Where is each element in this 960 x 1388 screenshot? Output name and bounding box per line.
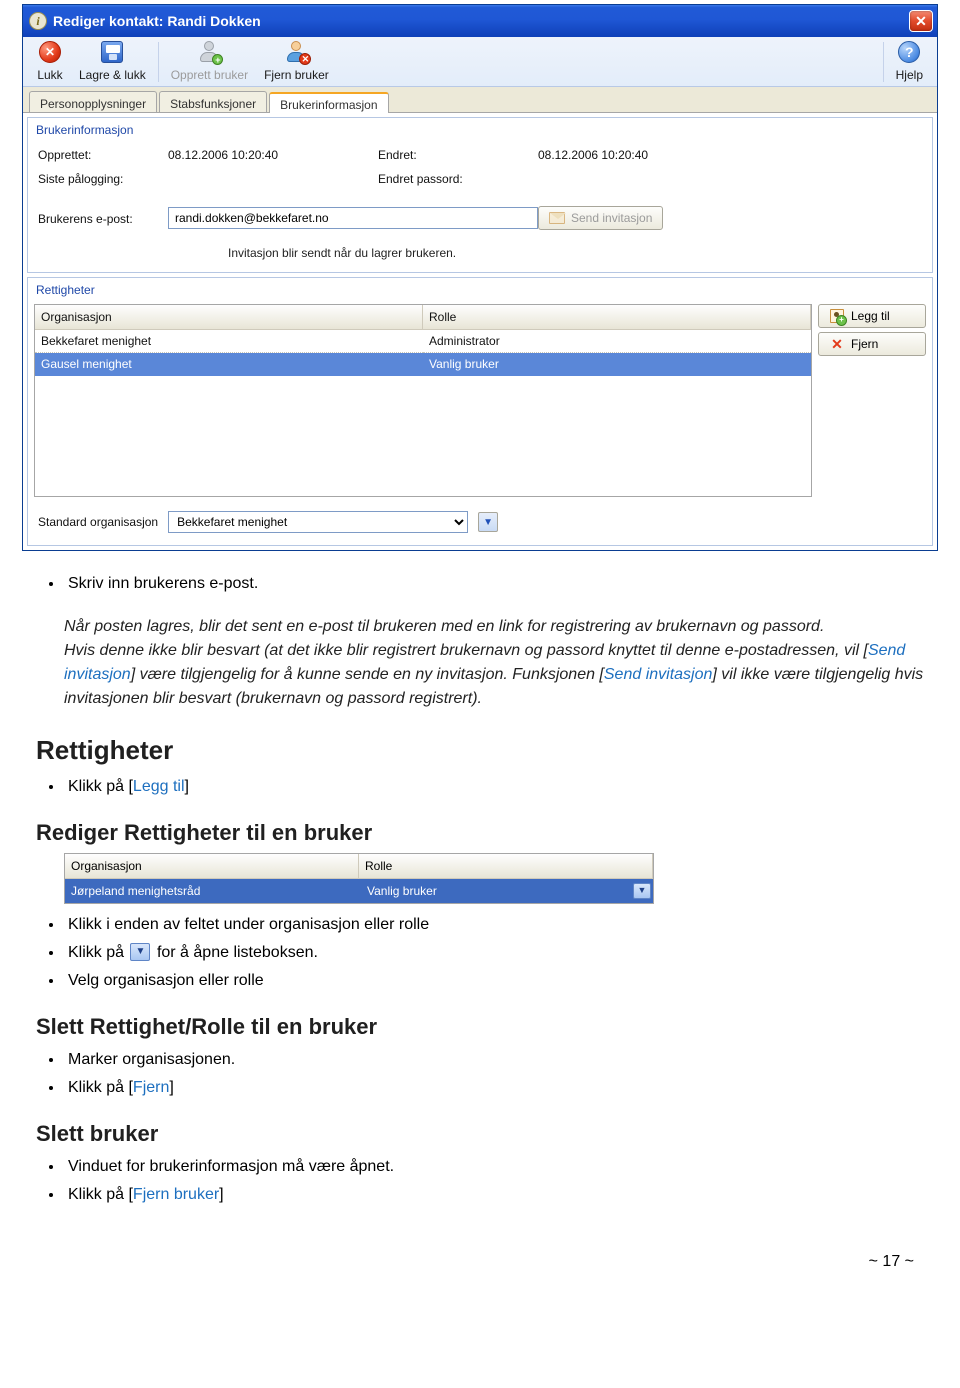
heading-rettigheter: Rettigheter [36,731,942,770]
doc-bullet: Klikk på [Legg til] [64,774,942,802]
rights-role-cell: Administrator [423,330,811,353]
email-label: Brukerens e-post: [38,196,168,228]
changedpw-label: Endret passord: [378,170,538,188]
link-send-invitation: Send invitasjon [604,666,713,683]
toolbar-close-label: Lukk [37,66,62,84]
dropdown-arrow-icon[interactable]: ▼ [478,512,498,532]
toolbar-help-button[interactable]: ? Hjelp [888,37,931,86]
toolbar-create-user-label: Opprett bruker [171,66,248,84]
link-legg-til: Legg til [133,778,185,795]
link-fjern-bruker: Fjern bruker [133,1186,219,1203]
doc-bullet: Klikk på [Fjern] [64,1075,942,1103]
email-input[interactable] [168,207,538,229]
toolbar-close-button[interactable]: ✕ Lukk [29,37,71,86]
rights-group: Rettigheter Organisasjon Rolle Bekkefare… [27,277,933,546]
link-fjern: Fjern [133,1079,169,1096]
add-person-icon [829,309,845,323]
toolbar-remove-user-label: Fjern bruker [264,66,329,84]
rights-role-cell: Vanlig bruker [423,353,811,376]
changed-value: 08.12.2006 10:20:40 [538,146,922,164]
toolbar-remove-user-button[interactable]: ✕ Fjern bruker [256,37,337,86]
std-org-select[interactable]: Bekkefaret menighet [168,511,468,533]
user-info-group: Brukerinformasjon Opprettet: 08.12.2006 … [27,117,933,273]
mail-icon [549,211,565,225]
smalltbl-role-cell: Vanlig bruker [367,882,633,900]
send-invitation-button: Send invitasjon [538,206,663,230]
send-invitation-label: Send invitasjon [571,211,652,225]
toolbar: ✕ Lukk Lagre & lukk + Opprett bruker ✕ F… [23,37,937,87]
std-org-label: Standard organisasjon [38,513,158,531]
dropdown-arrow-icon[interactable]: ▼ [633,883,651,899]
smalltbl-org-cell: Jørpeland menighetsråd [65,879,361,903]
toolbar-save-button[interactable]: Lagre & lukk [71,37,154,86]
heading-slett-bruker: Slett bruker [36,1117,942,1150]
smalltbl-header-role[interactable]: Rolle [359,854,653,879]
rights-org-cell: Bekkefaret menighet [35,330,423,353]
rights-row[interactable]: Bekkefaret menighet Administrator [35,330,811,353]
doc-bullet: Marker organisasjonen. [64,1047,942,1075]
rights-add-label: Legg til [851,309,890,323]
help-icon: ? [898,41,920,63]
toolbar-help-label: Hjelp [896,66,923,84]
dropdown-arrow-icon: ▼ [130,943,150,961]
edit-contact-dialog: i Rediger kontakt: Randi Dokken ✕ ✕ Lukk… [22,4,938,551]
rights-table[interactable]: Organisasjon Rolle Bekkefaret menighet A… [34,304,812,497]
toolbar-create-user-button: + Opprett bruker [163,37,256,86]
heading-rediger-rettigheter: Rediger Rettigheter til en bruker [36,816,942,849]
created-label: Opprettet: [38,146,168,164]
doc-note: Når posten lagres, blir det sent en e-po… [18,613,942,725]
doc-bullet: Klikk i enden av feltet under organisasj… [64,912,942,940]
rights-add-button[interactable]: Legg til [818,304,926,328]
doc-bullet: Klikk på [Fjern bruker] [64,1182,942,1210]
tab-brukerinformasjon[interactable]: Brukerinformasjon [269,92,388,113]
invitation-note: Invitasjon blir sendt når du lagrer bruk… [28,240,932,272]
tab-stabsfunksjoner[interactable]: Stabsfunksjoner [159,91,267,112]
toolbar-save-label: Lagre & lukk [79,66,146,84]
rights-legend: Rettigheter [28,278,932,302]
doc-bullet: Velg organisasjon eller rolle [64,968,942,996]
person-add-icon: + [199,41,219,63]
smalltbl-header-org[interactable]: Organisasjon [65,854,359,879]
created-value: 08.12.2006 10:20:40 [168,146,378,164]
changed-label: Endret: [378,146,538,164]
smalltbl-row[interactable]: Jørpeland menighetsråd Vanlig bruker ▼ [65,879,653,903]
user-info-legend: Brukerinformasjon [28,118,932,142]
rights-row[interactable]: Gausel menighet Vanlig bruker [35,353,811,376]
heading-slett-rettighet: Slett Rettighet/Rolle til en bruker [36,1010,942,1043]
rights-org-cell: Gausel menighet [35,353,423,376]
page-number: ~ 17 ~ [18,1224,942,1282]
person-remove-icon: ✕ [286,41,306,63]
rights-header-org[interactable]: Organisasjon [35,305,423,330]
doc-bullet: Vinduet for brukerinformasjon må være åp… [64,1154,942,1182]
window-title: Rediger kontakt: Randi Dokken [53,11,261,32]
rights-header-role[interactable]: Rolle [423,305,811,330]
lastlogin-label: Siste pålogging: [38,170,168,188]
close-icon: ✕ [39,41,61,63]
save-icon [101,41,123,63]
rights-remove-label: Fjern [851,337,878,351]
remove-x-icon: ✕ [829,337,845,351]
doc-bullet: Skriv inn brukerens e-post. [64,571,942,599]
tabs: Personopplysninger Stabsfunksjoner Bruke… [23,87,937,113]
rights-remove-button[interactable]: ✕ Fjern [818,332,926,356]
titlebar[interactable]: i Rediger kontakt: Randi Dokken ✕ [23,5,937,37]
small-rights-table: Organisasjon Rolle Jørpeland menighetsrå… [64,853,654,904]
app-icon: i [29,12,47,30]
window-close-button[interactable]: ✕ [909,10,933,32]
tab-personopplysninger[interactable]: Personopplysninger [29,91,157,112]
doc-bullet: Klikk på ▼ for å åpne listeboksen. [64,940,942,968]
